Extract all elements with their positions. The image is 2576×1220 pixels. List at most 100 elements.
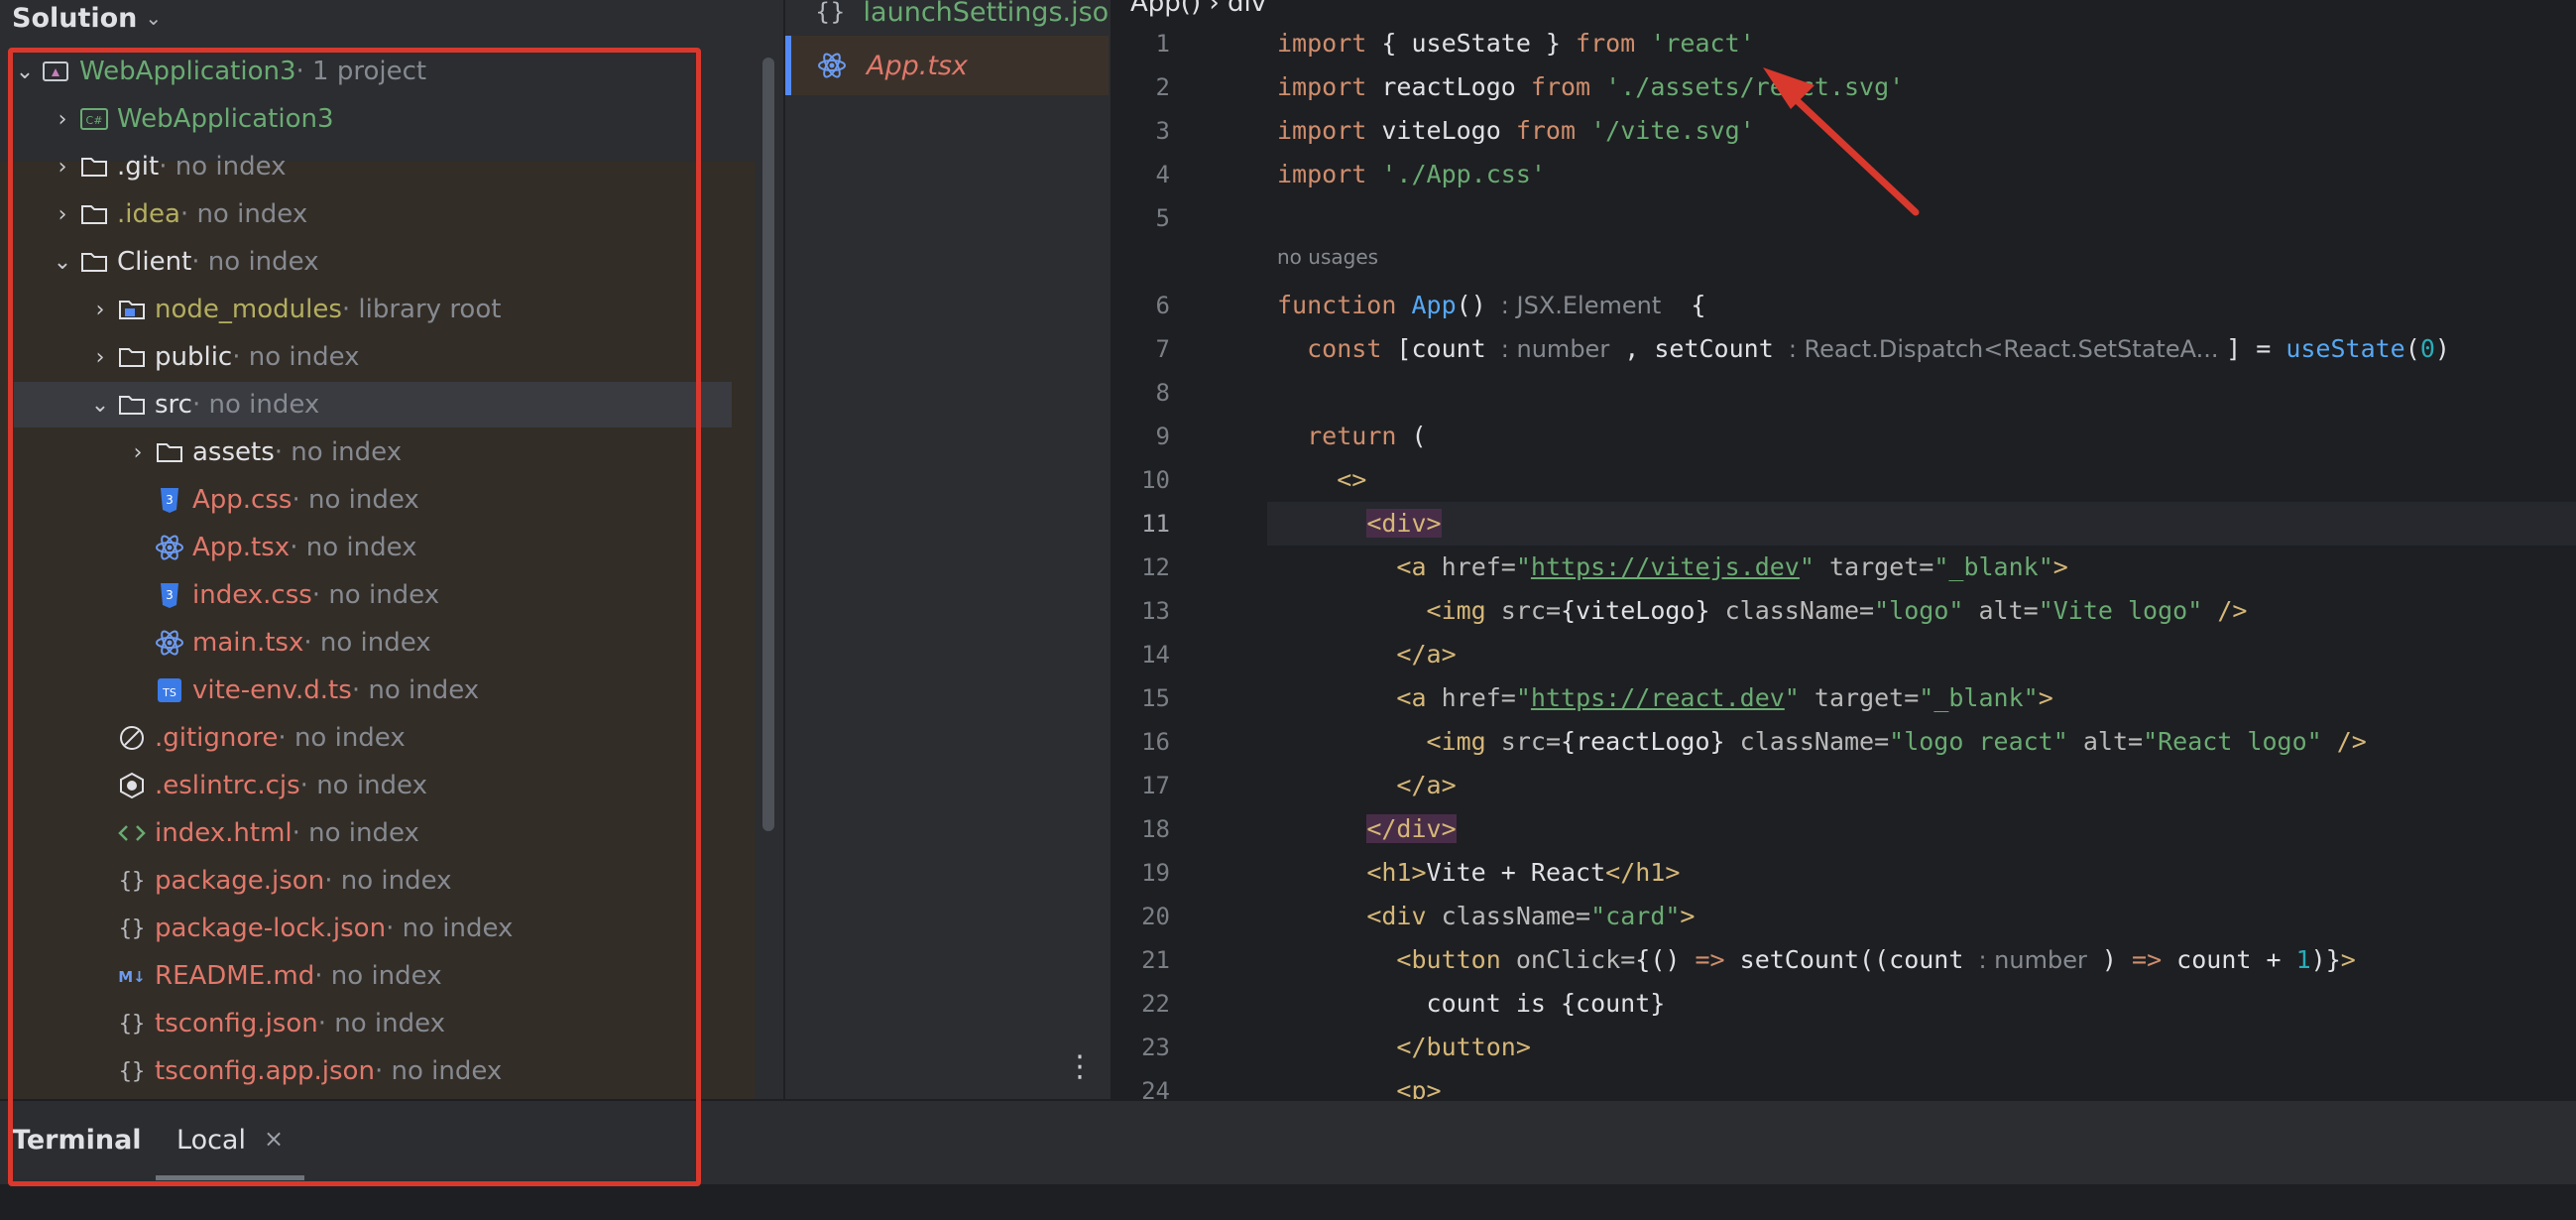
svg-text:{}: {} (119, 1059, 146, 1084)
json-file-icon: {} (115, 1054, 149, 1088)
tree-item[interactable]: {} package.json · no index (85, 858, 452, 904)
tree-item-label: node_modules (155, 295, 342, 324)
close-icon[interactable]: × (264, 1125, 284, 1153)
line-number: 10 (1141, 466, 1170, 494)
tree-item[interactable]: › C# WebApplication3 (48, 96, 334, 142)
code-line: </a> (1396, 771, 1457, 799)
code-line: function App() : JSX.Element { (1277, 291, 1706, 319)
chevron-down-icon[interactable]: ⌄ (145, 6, 162, 30)
folder-icon (77, 197, 111, 231)
terminal-tab-local[interactable]: Local (176, 1125, 246, 1156)
tree-item[interactable]: {} tsconfig.json · no index (85, 1001, 445, 1046)
tree-item[interactable]: ⌄ src · no index (14, 382, 732, 427)
line-number: 13 (1141, 597, 1170, 625)
json-file-icon: {} (115, 864, 149, 898)
line-number: 7 (1155, 335, 1170, 363)
tree-item-label: tsconfig.json (155, 1009, 318, 1038)
tree-item[interactable]: {} package-lock.json · no index (85, 906, 514, 951)
tree-item-label: main.tsx (192, 628, 304, 658)
ide-window: Solution ⌄ ⌄ WebApplication3 · 1 project ›… (0, 0, 2576, 1220)
terminal-output[interactable] (0, 1184, 2576, 1220)
line-number: 5 (1155, 204, 1170, 232)
chevron-down-icon[interactable]: ⌄ (10, 60, 40, 84)
chevron-down-icon[interactable]: ⌄ (85, 393, 115, 418)
tree-item[interactable]: › .git · no index (48, 144, 287, 189)
tree-item[interactable]: index.html · no index (85, 810, 419, 856)
chevron-right-icon[interactable]: › (48, 202, 77, 227)
chevron-right-icon[interactable]: › (123, 440, 153, 465)
folder-icon (77, 245, 111, 279)
code-line: import reactLogo from './assets/react.sv… (1277, 72, 1905, 101)
tree-item-label: App.css (192, 485, 293, 515)
tree-item[interactable]: ⌄ WebApplication3 · 1 project (10, 49, 426, 94)
tree-item[interactable]: .gitignore · no index (85, 715, 406, 761)
chevron-right-icon[interactable]: › (48, 107, 77, 132)
tree-item[interactable]: › public · no index (85, 334, 360, 380)
line-number: 22 (1141, 990, 1170, 1018)
tree-item[interactable]: 3 App.css · no index (123, 477, 419, 523)
tree-item[interactable]: 3 index.css · no index (123, 572, 439, 618)
tree-item-hint: · no index (292, 818, 419, 848)
active-tab-underline (156, 1175, 304, 1180)
chevron-down-icon[interactable]: ⌄ (48, 250, 77, 275)
tree-item-label: .gitignore (155, 723, 279, 753)
react-file-icon (153, 626, 186, 660)
tab-label: launchSettings.json (863, 0, 1126, 28)
tree-item-hint: · no index (274, 437, 403, 467)
chevron-right-icon[interactable]: › (48, 155, 77, 180)
tree-item-label: Client (117, 247, 192, 277)
tree-item-hint: · 1 project (295, 57, 427, 86)
tree-item[interactable]: › assets · no index (123, 429, 402, 475)
tree-item-hint: · no index (303, 628, 431, 658)
tree-item-label: public (155, 342, 233, 372)
solution-header[interactable]: Solution ⌄ (0, 0, 783, 36)
tree-item[interactable]: ⌄ Client · no index (48, 239, 319, 285)
line-number: 4 (1155, 161, 1170, 188)
tree-item-hint: · no index (299, 771, 427, 800)
line-number: 17 (1141, 772, 1170, 799)
code-line: import './App.css' (1277, 160, 1546, 188)
line-number: 20 (1141, 903, 1170, 930)
tree-item[interactable]: › .idea · no index (48, 191, 308, 237)
code-line: <div className="card"> (1366, 902, 1696, 930)
code-editor[interactable]: App() › div 1 2 3 4 5 6 7 8 9 10 11 12 13 14 15 16 17 18 1… (1109, 0, 2576, 1105)
tree-item[interactable]: › node_modules · library root (85, 287, 502, 332)
line-number: 19 (1141, 859, 1170, 887)
tree-item[interactable]: {} tsconfig.app.json · no index (85, 1048, 503, 1094)
code-line: <h1>Vite + React</h1> (1366, 858, 1681, 887)
tree-item-hint: · library root (341, 295, 502, 324)
code-line: <button onClick={() => setCount((count :… (1396, 945, 2356, 974)
code-line: const [count : number , setCount : React… (1307, 334, 2450, 363)
svg-text:{}: {} (119, 869, 146, 894)
tree-item[interactable]: main.tsx · no index (123, 620, 431, 666)
chevron-right-icon[interactable]: › (85, 298, 115, 322)
code-line: return ( (1307, 422, 1427, 450)
line-number: 8 (1155, 379, 1170, 407)
tree-item[interactable]: M↓ README.md · no index (85, 953, 441, 999)
solution-icon (40, 55, 73, 88)
csharp-project-icon: C# (77, 102, 111, 136)
svg-text:{}: {} (119, 1012, 146, 1037)
line-number: 12 (1141, 553, 1170, 581)
svg-text:M↓: M↓ (118, 968, 146, 986)
html-file-icon (115, 816, 149, 850)
chevron-right-icon[interactable]: › (85, 345, 115, 370)
code-line: </div> (1366, 814, 1457, 843)
breadcrumb[interactable]: App() › div (1130, 0, 1266, 18)
tree-item-hint: · no index (374, 1056, 503, 1086)
line-number: 16 (1141, 728, 1170, 756)
usage-hint[interactable]: no usages (1277, 242, 1378, 272)
more-options-icon[interactable]: ⋮ (1065, 1049, 1095, 1084)
tree-item-hint: · no index (324, 866, 452, 896)
code-area[interactable]: import { useState } from 'react' import … (1267, 22, 2576, 1105)
tree-item[interactable]: .eslintrc.cjs · no index (85, 763, 427, 808)
tree-item[interactable]: App.tsx · no index (123, 525, 417, 570)
terminal-title[interactable]: Terminal (12, 1125, 142, 1156)
tab-app-tsx[interactable]: App.tsx (785, 36, 1111, 95)
folder-icon (153, 435, 186, 469)
tree-item-label: .idea (117, 199, 180, 229)
tree-item[interactable]: TS vite-env.d.ts · no index (123, 668, 479, 713)
tree-scrollbar[interactable] (762, 58, 774, 831)
terminal-panel: Terminal Local × (0, 1099, 2576, 1220)
code-line: </a> (1396, 640, 1457, 669)
